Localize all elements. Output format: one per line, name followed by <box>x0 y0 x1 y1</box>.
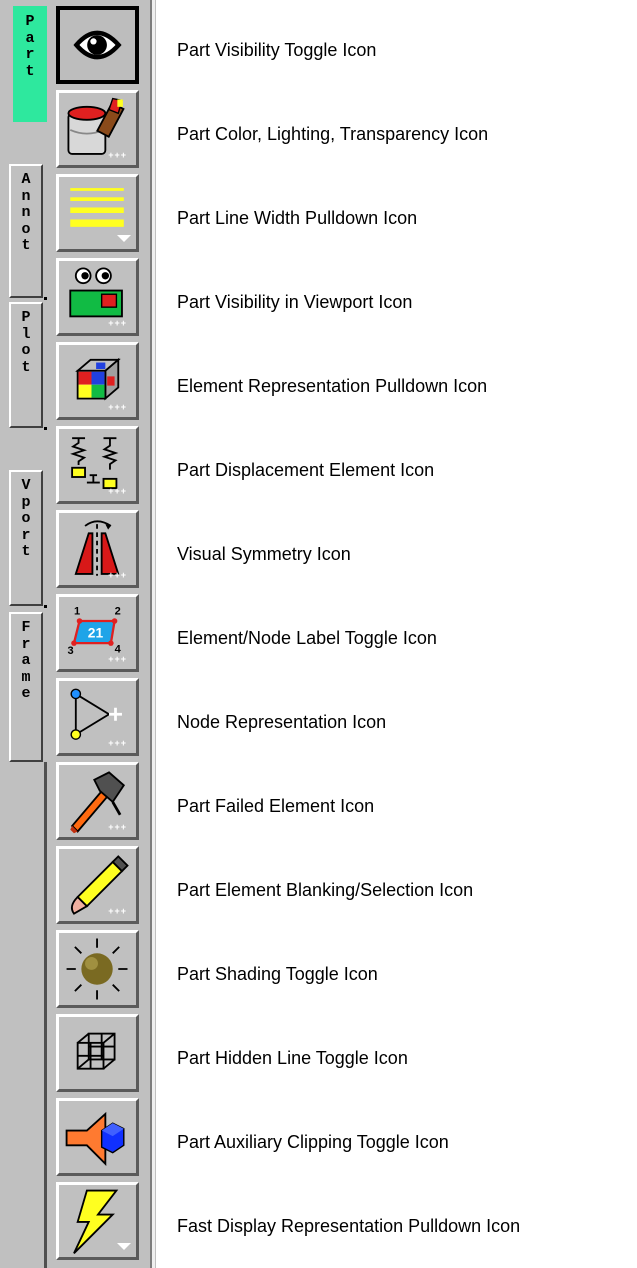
label-part-hidden-line-toggle: Part Hidden Line Toggle Icon <box>177 1048 408 1068</box>
part-shading-toggle-button[interactable] <box>56 930 139 1008</box>
label-part-auxiliary-clipping-toggle: Part Auxiliary Clipping Toggle Icon <box>177 1132 449 1152</box>
options-indicator: +++ <box>108 654 127 664</box>
element-number: 21 <box>88 625 104 641</box>
options-indicator: +++ <box>108 402 127 412</box>
tab-plot-label: P l o t <box>21 309 31 376</box>
tab-annot[interactable]: A n n o t <box>9 164 47 300</box>
options-indicator: +++ <box>108 486 127 496</box>
label-part-line-width-pulldown: Part Line Width Pulldown Icon <box>177 208 418 228</box>
fast-display-representation-pulldown-button[interactable] <box>56 1182 139 1260</box>
tab-vport-label: V p o r t <box>21 477 31 560</box>
options-indicator: +++ <box>108 906 127 916</box>
label-part-shading-toggle: Part Shading Toggle Icon <box>177 964 378 984</box>
part-displacement-element-button[interactable]: +++ <box>56 426 139 504</box>
part-visibility-toggle-button[interactable] <box>56 6 139 84</box>
pulldown-arrow-icon <box>117 1243 131 1250</box>
tab-frame-label: F r a m e <box>21 619 31 702</box>
label-part-displacement-element: Part Displacement Element Icon <box>177 460 435 480</box>
visual-symmetry-button[interactable]: +++ <box>56 510 139 588</box>
label-part-color-lighting-transparency: Part Color, Lighting, Transparency Icon <box>177 124 489 144</box>
tab-frame[interactable]: F r a m e <box>9 612 43 762</box>
node-number-1: 1 <box>74 606 80 618</box>
options-indicator: +++ <box>108 318 127 328</box>
options-indicator: +++ <box>108 822 127 832</box>
element-node-label-toggle-button[interactable]: 21 1 2 3 4 +++ <box>56 594 139 672</box>
node-number-3: 3 <box>68 645 74 657</box>
tab-vport[interactable]: V p o r t <box>9 470 47 608</box>
part-hidden-line-toggle-button[interactable] <box>56 1014 139 1092</box>
pulldown-arrow-icon <box>117 235 131 242</box>
label-part-visibility-toggle: Part Visibility Toggle Icon <box>177 40 377 60</box>
part-element-blanking-selection-button[interactable]: +++ <box>56 846 139 924</box>
label-fast-display-representation-pulldown: Fast Display Representation Pulldown Ico… <box>177 1216 521 1236</box>
label-part-visibility-in-viewport: Part Visibility in Viewport Icon <box>177 292 413 312</box>
label-node-representation: Node Representation Icon <box>177 712 387 732</box>
tab-separator-dot <box>44 605 47 608</box>
part-line-width-pulldown-button[interactable] <box>56 174 139 252</box>
label-element-representation-pulldown: Element Representation Pulldown Icon <box>177 376 488 396</box>
part-visibility-in-viewport-button[interactable]: +++ <box>56 258 139 336</box>
options-indicator: +++ <box>108 570 127 580</box>
part-toolbar: P a r t A n n o t P l o t V p o r t F r … <box>0 0 156 1268</box>
element-representation-pulldown-button[interactable]: +++ <box>56 342 139 420</box>
node-number-2: 2 <box>115 606 121 618</box>
toolbar-divider-highlight <box>152 0 155 1268</box>
label-visual-symmetry: Visual Symmetry Icon <box>177 544 351 564</box>
part-failed-element-button[interactable]: +++ <box>56 762 139 840</box>
tab-separator-dot <box>44 427 47 430</box>
label-element-node-label-toggle: Element/Node Label Toggle Icon <box>177 628 437 648</box>
tab-part-label: P a r t <box>25 13 35 80</box>
node-representation-button[interactable]: +++ <box>56 678 139 756</box>
options-indicator: +++ <box>108 150 127 160</box>
label-part-failed-element: Part Failed Element Icon <box>177 796 375 816</box>
tabs-divider <box>44 762 47 1268</box>
tab-plot[interactable]: P l o t <box>9 302 47 430</box>
tab-part[interactable]: P a r t <box>13 6 47 122</box>
tab-separator-dot <box>44 297 47 300</box>
part-color-lighting-transparency-button[interactable]: +++ <box>56 90 139 168</box>
tab-annot-label: A n n o t <box>21 171 31 254</box>
options-indicator: +++ <box>108 738 127 748</box>
label-part-element-blanking-selection: Part Element Blanking/Selection Icon <box>177 880 474 900</box>
part-auxiliary-clipping-toggle-button[interactable] <box>56 1098 139 1176</box>
